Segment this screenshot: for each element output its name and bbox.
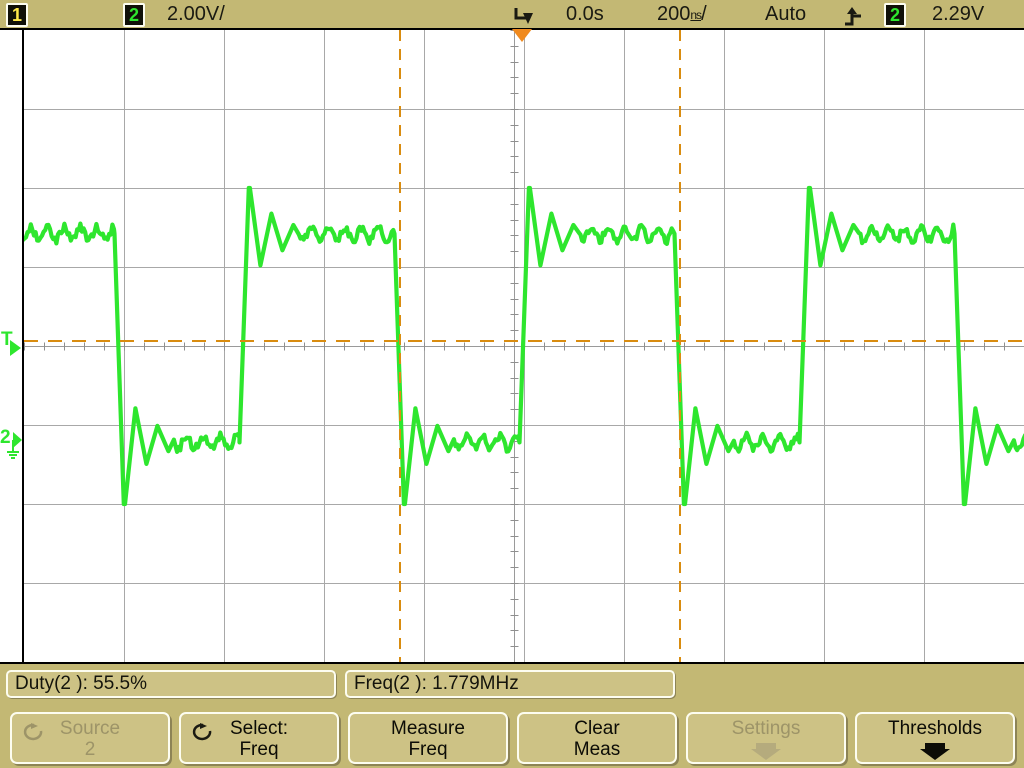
channel-2-ground-label: 2 (0, 427, 11, 448)
measurement-freq[interactable]: Freq(2 ): 1.779MHz (345, 670, 675, 698)
softkey-select-line1: Select: (229, 718, 289, 739)
softkey-clear-meas-line2: Meas (573, 739, 621, 760)
channel-1-badge[interactable]: 1 (6, 3, 28, 27)
down-arrow-icon (919, 741, 951, 761)
trigger-position-marker[interactable] (512, 29, 532, 42)
softkey-measure-line2: Freq (408, 739, 448, 760)
channel-2-ground-marker[interactable]: 2 (0, 428, 24, 462)
softkey-measure-line1: Measure (391, 718, 465, 739)
top-status-bar: 1 2 2.00V/ 0.0s 200ns/ Auto 2 2.29V (0, 0, 1024, 30)
trigger-position-icon (512, 5, 536, 27)
softkey-settings-line1: Settings (731, 718, 801, 739)
rising-edge-icon[interactable] (843, 5, 863, 27)
timebase-unit: ns (690, 8, 702, 22)
softkey-source-line1: Source (59, 718, 121, 739)
softkey-source-line2: 2 (84, 739, 96, 760)
timebase-suffix: / (701, 3, 707, 25)
waveform-plot[interactable] (22, 30, 1024, 662)
softkey-clear-meas[interactable]: Clear Meas (517, 712, 677, 764)
cursor-vertical-1[interactable] (399, 30, 401, 662)
softkey-measure[interactable]: Measure Freq (348, 712, 508, 764)
softkey-select-line2: Freq (239, 739, 279, 760)
oscilloscope-screen: 1 2 2.00V/ 0.0s 200ns/ Auto 2 2.29V T 2 … (0, 0, 1024, 768)
trigger-mode[interactable]: Auto (765, 3, 806, 26)
softkey-thresholds[interactable]: Thresholds (855, 712, 1015, 764)
measurement-bar: Duty(2 ): 55.5% Freq(2 ): 1.779MHz (0, 662, 1024, 704)
trigger-level-marker[interactable]: T (0, 330, 22, 364)
trigger-level-marker-label: T (1, 329, 13, 350)
softkey-source[interactable]: Source 2 (10, 712, 170, 764)
softkey-bar: Source 2 Select: Freq Measure Freq Clear… (0, 706, 1024, 768)
trigger-level-value[interactable]: 2.29V (932, 3, 984, 26)
channel-2-badge[interactable]: 2 (123, 3, 145, 27)
trigger-source-badge[interactable]: 2 (884, 3, 906, 27)
cursor-vertical-2[interactable] (679, 30, 681, 662)
cursor-horizontal-trigger-level[interactable] (24, 340, 1024, 342)
time-delay-value[interactable]: 0.0s (566, 3, 604, 26)
timebase-value[interactable]: 200ns/ (657, 3, 707, 27)
down-arrow-icon (750, 741, 782, 761)
softkey-select[interactable]: Select: Freq (179, 712, 339, 764)
softkey-thresholds-line1: Thresholds (888, 718, 982, 739)
measurement-duty[interactable]: Duty(2 ): 55.5% (6, 670, 336, 698)
channel-2-scale[interactable]: 2.00V/ (167, 3, 225, 26)
timebase-number: 200 (657, 3, 691, 25)
softkey-clear-meas-line1: Clear (574, 718, 620, 739)
softkey-settings[interactable]: Settings (686, 712, 846, 764)
waveform-trace-channel-2 (24, 185, 1024, 507)
